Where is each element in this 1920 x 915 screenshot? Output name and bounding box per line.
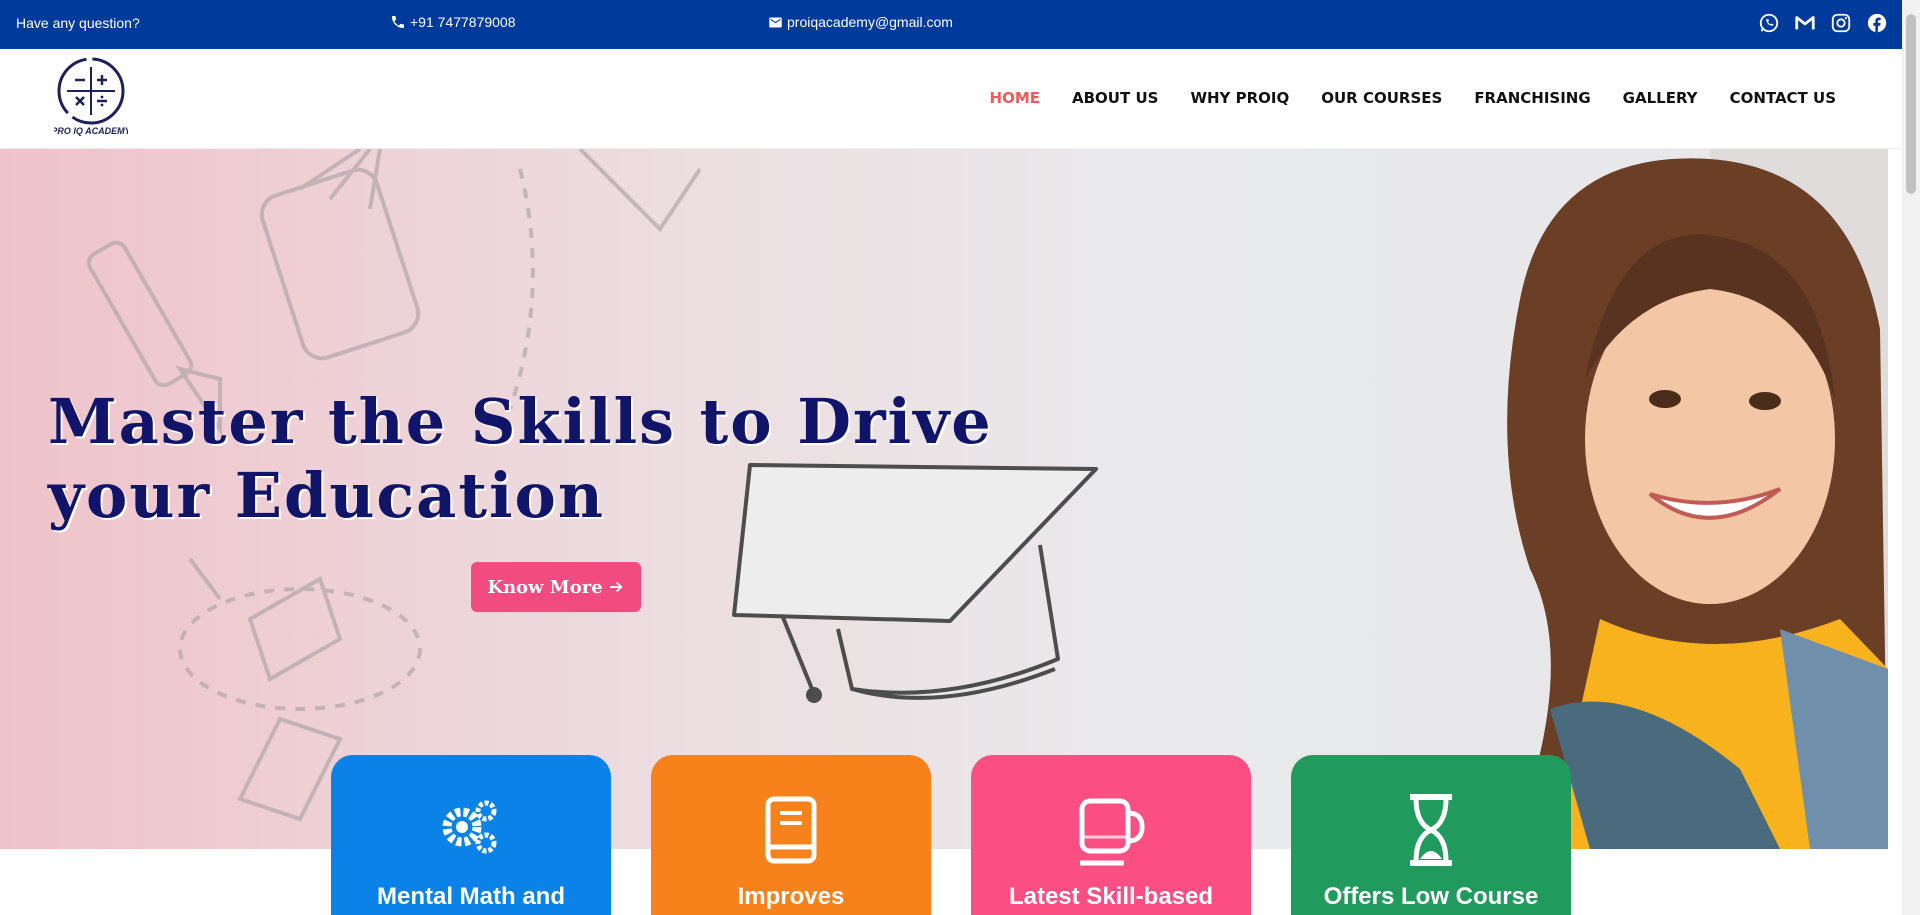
gmail-icon[interactable] — [1794, 12, 1816, 34]
instagram-icon[interactable] — [1830, 12, 1852, 34]
card-title: Mental Math and — [376, 883, 565, 910]
phone-icon — [392, 16, 404, 28]
feature-card-improves[interactable]: Improves — [651, 755, 931, 915]
nav-home[interactable]: HOME — [990, 89, 1040, 107]
nav-about-us[interactable]: ABOUT US — [1072, 89, 1158, 107]
scrollbar-thumb[interactable] — [1906, 14, 1916, 194]
card-title: Latest Skill-based — [1008, 883, 1214, 910]
phone-contact[interactable]: +91 7477879008 — [390, 14, 516, 30]
arrow-right-icon — [609, 581, 623, 593]
social-links — [1758, 12, 1888, 34]
feature-card-mental-math[interactable]: Mental Math and — [331, 755, 611, 915]
cup-icon — [1079, 798, 1145, 866]
email-contact[interactable]: proiqacademy@gmail.com — [768, 14, 953, 30]
card-title: Improves — [737, 883, 845, 910]
know-more-button[interactable]: Know More — [471, 562, 641, 612]
academy-logo[interactable]: PRO IQ ACADEMY — [51, 57, 132, 139]
smiling-student-photo — [1380, 149, 1888, 849]
hero-banner: Master the Skills to Drive your Educatio… — [0, 149, 1888, 849]
logo-text: PRO IQ ACADEMY — [54, 126, 128, 136]
main-header: PRO IQ ACADEMY HOME ABOUT US WHY PROIQ O… — [0, 49, 1902, 149]
hourglass-icon — [1410, 794, 1452, 866]
whatsapp-icon[interactable] — [1758, 12, 1780, 34]
nav-contact-us[interactable]: CONTACT US — [1730, 89, 1836, 107]
feature-card-latest-skill[interactable]: Latest Skill-based — [971, 755, 1251, 915]
page-scrollbar[interactable] — [1902, 0, 1920, 915]
mail-icon — [769, 17, 782, 27]
phone-number: +91 7477879008 — [410, 14, 516, 30]
know-more-label: Know More — [487, 576, 603, 598]
question-text: Have any question? — [16, 15, 140, 31]
main-navigation: HOME ABOUT US WHY PROIQ OUR COURSES FRAN… — [990, 89, 1836, 107]
facebook-icon[interactable] — [1866, 12, 1888, 34]
nav-our-courses[interactable]: OUR COURSES — [1321, 89, 1442, 107]
nav-franchising[interactable]: FRANCHISING — [1474, 89, 1590, 107]
nav-gallery[interactable]: GALLERY — [1623, 89, 1698, 107]
feature-card-low-course[interactable]: Offers Low Course — [1291, 755, 1571, 915]
email-address: proiqacademy@gmail.com — [787, 14, 953, 30]
gears-icon — [442, 800, 497, 854]
top-contact-bar: Have any question? +91 7477879008 proiqa… — [0, 0, 1902, 49]
book-icon — [765, 796, 817, 864]
hero-title: Master the Skills to Drive your Educatio… — [48, 385, 993, 532]
card-title: Offers Low Course — [1323, 883, 1539, 910]
nav-why-proiq[interactable]: WHY PROIQ — [1190, 89, 1289, 107]
